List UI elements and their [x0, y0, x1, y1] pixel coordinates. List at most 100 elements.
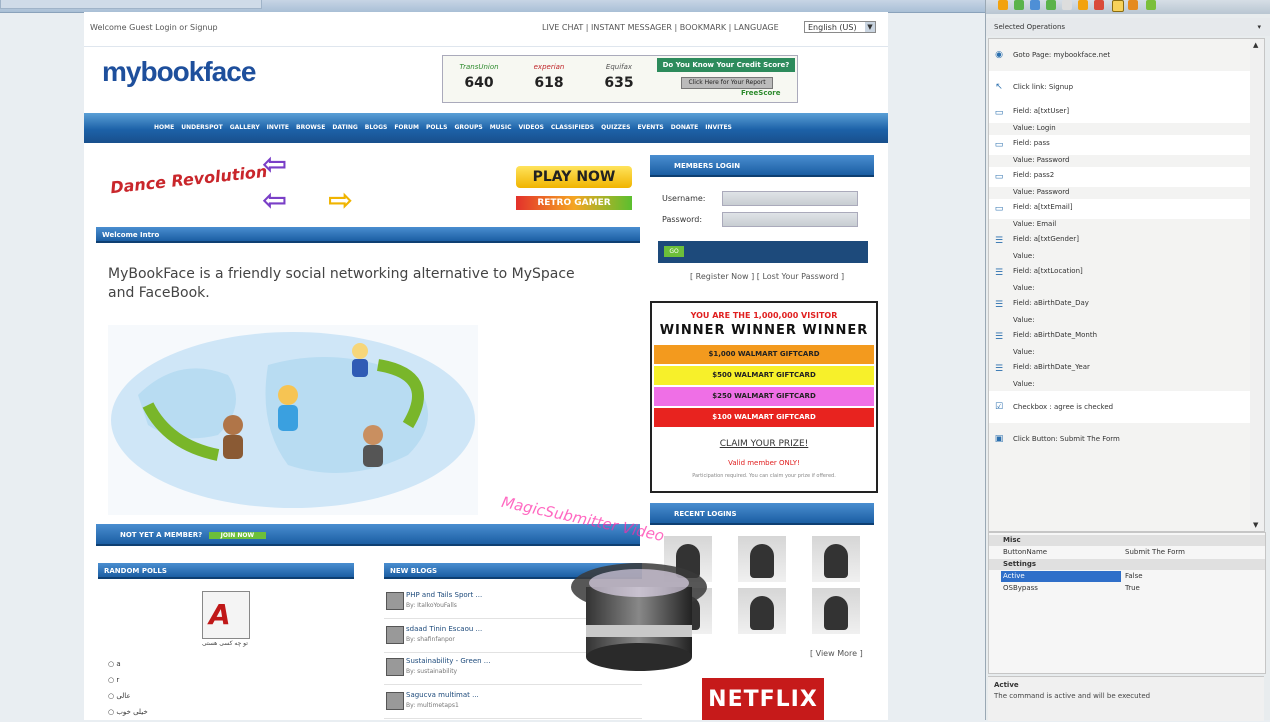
operation-row[interactable]: ▭ Field: a[txtUser]	[989, 103, 1251, 123]
nav-item[interactable]: DONATE	[671, 124, 698, 131]
nav-item[interactable]: DATING	[332, 124, 357, 131]
welcome-text[interactable]: Welcome Guest Login or Signup	[90, 23, 218, 32]
toolbar-icon[interactable]	[1062, 0, 1072, 10]
avatar[interactable]	[812, 536, 860, 582]
nav-item[interactable]: QUIZZES	[601, 124, 630, 131]
toolbar-icon[interactable]	[1128, 0, 1138, 10]
poll-option[interactable]: ○ r	[108, 676, 119, 684]
nav-item[interactable]: CLASSIFIEDS	[551, 124, 594, 131]
prize-row[interactable]: $1,000 WALMART GIFTCARD	[654, 345, 874, 364]
scroll-down-icon[interactable]: ▼	[1253, 521, 1258, 529]
nav-item[interactable]: MUSIC	[490, 124, 512, 131]
operation-row[interactable]: ▣ Click Button: Submit The Form	[989, 423, 1251, 455]
nav-item[interactable]: EVENTS	[637, 124, 663, 131]
blog-thumb	[386, 692, 404, 710]
nav-item[interactable]: POLLS	[426, 124, 447, 131]
operation-row[interactable]: Value: Email	[989, 219, 1251, 231]
operation-row[interactable]: Value:	[989, 347, 1251, 359]
nav-item[interactable]: BLOGS	[365, 124, 388, 131]
blog-title[interactable]: Sagucva multimat ...	[406, 691, 479, 699]
chevron-down-icon[interactable]: ▼	[865, 22, 875, 32]
property-value[interactable]: True	[1125, 583, 1140, 594]
property-row[interactable]: Active False	[989, 571, 1265, 582]
toolbar-icon[interactable]	[998, 0, 1008, 10]
nav-item[interactable]: BROWSE	[296, 124, 325, 131]
operation-row[interactable]: Value: Password	[989, 187, 1251, 199]
poll-option[interactable]: ○ a	[108, 660, 121, 668]
operation-row[interactable]: Value:	[989, 379, 1251, 391]
operation-row[interactable]: Value:	[989, 283, 1251, 295]
avatar[interactable]	[738, 536, 786, 582]
netflix-ad[interactable]: NETFLIX	[702, 678, 824, 720]
poll-image[interactable]: A	[202, 591, 250, 639]
operation-row[interactable]: ☰ Field: a[txtGender]	[989, 231, 1251, 251]
operation-row[interactable]: Value:	[989, 251, 1251, 263]
operation-row[interactable]: ☰ Field: aBirthDate_Month	[989, 327, 1251, 347]
credit-score-ad[interactable]: TransUnion 640 experian 618 Equifax 635 …	[442, 55, 798, 103]
property-value[interactable]: Submit The Form	[1125, 547, 1185, 558]
toolbar-icon[interactable]	[1112, 0, 1124, 12]
property-group[interactable]: Misc	[989, 535, 1265, 546]
blog-item[interactable]: Sagucva multimat ... By: multimetaps1	[384, 688, 642, 719]
nav-item[interactable]: UNDERSPOT	[181, 124, 223, 131]
site-logo[interactable]: mybookface	[102, 56, 256, 88]
operations-scrollbar[interactable]: ▲ ▼	[1250, 38, 1265, 532]
chevron-down-icon[interactable]: ▾	[1257, 18, 1261, 36]
operation-row[interactable]: ☰ Field: aBirthDate_Year	[989, 359, 1251, 379]
operation-row[interactable]: Value: Password	[989, 155, 1251, 167]
nav-item[interactable]: VIDEOS	[519, 124, 544, 131]
blog-title[interactable]: Sustainability - Green ...	[406, 657, 490, 665]
browser-tab[interactable]	[0, 0, 262, 9]
login-go-button[interactable]: GO	[664, 246, 684, 257]
operation-row[interactable]: ▭ Field: pass	[989, 135, 1251, 155]
nav-item[interactable]: FORUM	[394, 124, 419, 131]
property-row[interactable]: OSBypass True	[989, 583, 1265, 594]
play-now-button[interactable]: PLAY NOW	[516, 166, 632, 188]
scroll-up-icon[interactable]: ▲	[1253, 41, 1258, 49]
property-row[interactable]: ButtonName Submit The Form	[989, 547, 1265, 558]
operation-row[interactable]: Value:	[989, 315, 1251, 327]
claim-prize-link[interactable]: CLAIM YOUR PRIZE!	[652, 439, 876, 449]
poll-option[interactable]: ○ عالی	[108, 692, 131, 700]
toolbar-icon[interactable]	[1030, 0, 1040, 10]
prize-row[interactable]: $250 WALMART GIFTCARD	[654, 387, 874, 406]
toolbar-icon[interactable]	[1046, 0, 1056, 10]
poll-image-glyph: A	[209, 598, 231, 631]
password-input[interactable]	[722, 212, 858, 227]
nav-item[interactable]: INVITES	[705, 124, 732, 131]
nav-item[interactable]: GROUPS	[454, 124, 482, 131]
nav-item[interactable]: GALLERY	[230, 124, 260, 131]
view-more-link[interactable]: [ View More ]	[810, 649, 863, 658]
nav-item[interactable]: HOME	[154, 124, 174, 131]
blog-title[interactable]: sdaad Tinin Escaou ...	[406, 625, 482, 633]
language-select[interactable]: English (US) ▼	[804, 21, 876, 33]
operation-row[interactable]: ↖ Click link: Signup	[989, 71, 1251, 103]
register-links[interactable]: [ Register Now ] [ Lost Your Password ]	[690, 272, 844, 281]
toolbar-icon[interactable]	[1014, 0, 1024, 10]
poll-option[interactable]: ○ خیلی خوب	[108, 708, 148, 716]
operation-row[interactable]: ▭ Field: a[txtEmail]	[989, 199, 1251, 219]
prize-ad[interactable]: YOU ARE THE 1,000,000 VISITOR WINNER WIN…	[650, 301, 878, 493]
prize-row[interactable]: $500 WALMART GIFTCARD	[654, 366, 874, 385]
toolbar-icon[interactable]	[1146, 0, 1156, 10]
operation-row[interactable]: ▭ Field: pass2	[989, 167, 1251, 187]
operation-row[interactable]: ◉ Goto Page: mybookface.net	[989, 39, 1251, 71]
toolbar-icon[interactable]	[1078, 0, 1088, 10]
top-links[interactable]: LIVE CHAT | INSTANT MESSAGER | BOOKMARK …	[542, 23, 779, 32]
list-icon: ☰	[994, 236, 1004, 246]
blog-title[interactable]: PHP and Tails Sport ...	[406, 591, 482, 599]
property-value[interactable]: False	[1125, 571, 1143, 582]
avatar[interactable]	[738, 588, 786, 634]
nav-item[interactable]: INVITE	[267, 124, 289, 131]
operation-row[interactable]: ☑ Checkbox : agree is checked	[989, 391, 1251, 423]
operation-row[interactable]: Value: Login	[989, 123, 1251, 135]
join-now-button[interactable]: JOIN NOW	[208, 532, 267, 539]
credit-report-button[interactable]: Click Here for Your Report	[681, 77, 773, 89]
operation-row[interactable]: ☰ Field: aBirthDate_Day	[989, 295, 1251, 315]
operation-row[interactable]: ☰ Field: a[txtLocation]	[989, 263, 1251, 283]
username-input[interactable]	[722, 191, 858, 206]
prize-row[interactable]: $100 WALMART GIFTCARD	[654, 408, 874, 427]
property-group[interactable]: Settings	[989, 559, 1265, 570]
avatar[interactable]	[812, 588, 860, 634]
toolbar-icon[interactable]	[1094, 0, 1104, 10]
